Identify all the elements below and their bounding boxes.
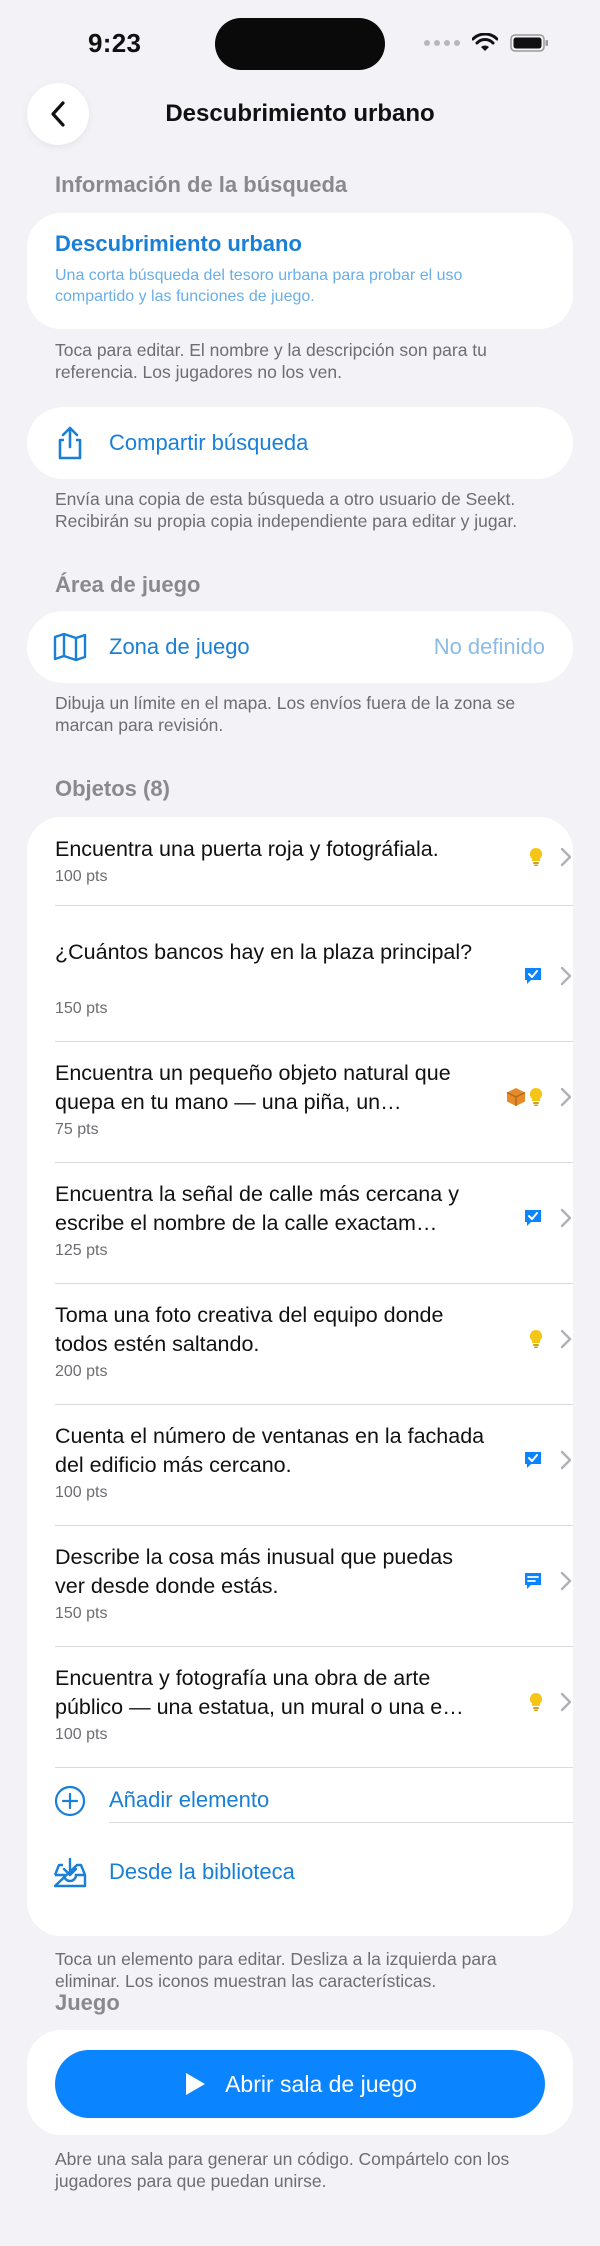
item-text: Toma una foto creativa del equipo donde … (55, 1303, 444, 1356)
nav-title: Descubrimiento urbano (165, 100, 435, 127)
checkbox-chat-icon (523, 966, 543, 991)
item-points: 100 pts (55, 1726, 108, 1743)
map-icon (53, 630, 87, 664)
lightbulb-icon (529, 1692, 543, 1717)
chevron-right-icon (559, 1692, 573, 1712)
play-zone-value: No definido (433, 634, 545, 659)
item-points: 100 pts (55, 1484, 108, 1501)
items-footnote: Toca un elemento para editar. Desliza a … (55, 1949, 497, 1991)
divider (55, 1646, 573, 1647)
tray-download-icon (53, 1856, 87, 1890)
item-badges (529, 847, 543, 872)
share-footnote: Envía una copia de esta búsqueda a otro … (55, 489, 518, 531)
divider (55, 1041, 573, 1042)
open-game-room-label: Abrir sala de juego (225, 2070, 417, 2097)
checkbox-chat-icon (523, 1450, 543, 1475)
chevron-right-icon (559, 1329, 573, 1349)
checkbox-chat-icon (523, 1208, 543, 1233)
item-badges (529, 1692, 543, 1717)
item-badges (529, 1329, 543, 1354)
item-text: Encuentra un pequeño objeto natural que … (55, 1061, 451, 1114)
divider (109, 1822, 573, 1823)
play-zone-row[interactable]: Zona de juego No definido (27, 611, 573, 683)
section-header-game: Juego (55, 1990, 120, 2015)
chevron-right-icon (559, 1571, 573, 1591)
item-row[interactable]: ¿Cuántos bancos hay en la plaza principa… (55, 938, 573, 1041)
item-points: 100 pts (55, 868, 108, 885)
signal-dots-icon (424, 40, 460, 46)
section-header-items: Objetos (8) (55, 776, 170, 801)
battery-icon (510, 34, 548, 52)
item-text: Describe la cosa más inusual que puedas … (55, 1545, 453, 1598)
item-badges (523, 1571, 543, 1596)
hunt-description: Una corta búsqueda del tesoro urbana par… (55, 267, 463, 305)
item-row[interactable]: Encuentra la señal de calle más cercana … (55, 1180, 573, 1283)
from-library-label: Desde la biblioteca (109, 1859, 295, 1884)
item-row[interactable]: Describe la cosa más inusual que puedas … (55, 1543, 573, 1646)
box-icon (506, 1087, 526, 1112)
item-row[interactable]: Encuentra una puerta roja y fotográfiala… (55, 835, 573, 905)
lightbulb-icon (529, 1087, 543, 1112)
items-card: Encuentra una puerta roja y fotográfiala… (27, 817, 573, 1936)
item-points: 200 pts (55, 1363, 108, 1380)
play-zone-label: Zona de juego (109, 634, 250, 659)
item-text: ¿Cuántos bancos hay en la plaza principa… (55, 940, 473, 964)
wifi-icon (472, 33, 498, 51)
divider (55, 905, 573, 906)
info-card[interactable]: Descubrimiento urbano Una corta búsqueda… (27, 213, 573, 329)
status-icons (424, 32, 550, 54)
share-label: Compartir búsqueda (109, 430, 309, 455)
dynamic-island (215, 18, 385, 70)
area-footnote: Dibuja un límite en el mapa. Los envíos … (55, 693, 516, 735)
item-row[interactable]: Toma una foto creativa del equipo donde … (55, 1301, 573, 1404)
chevron-right-icon (559, 966, 573, 986)
plus-circle-icon (53, 1784, 87, 1818)
item-text: Cuenta el número de ventanas en la facha… (55, 1424, 485, 1477)
item-badges (506, 1087, 543, 1112)
item-points: 150 pts (55, 1000, 108, 1017)
game-footnote: Abre una sala para generar un código. Co… (55, 2149, 510, 2191)
lightbulb-icon (529, 847, 543, 872)
item-points: 150 pts (55, 1605, 108, 1622)
info-footnote: Toca para editar. El nombre y la descrip… (55, 340, 487, 382)
item-text: Encuentra una puerta roja y fotográfiala… (55, 837, 439, 861)
lightbulb-icon (529, 1329, 543, 1354)
item-row[interactable]: Encuentra y fotografía una obra de arte … (55, 1664, 573, 1767)
divider (55, 1162, 573, 1163)
play-icon (186, 2073, 206, 2095)
open-game-room-button[interactable]: Abrir sala de juego (55, 2050, 545, 2118)
game-card: Abrir sala de juego (27, 2030, 573, 2135)
item-badges (523, 966, 543, 991)
divider (55, 1283, 573, 1284)
chevron-right-icon (559, 1450, 573, 1470)
share-icon (53, 426, 87, 460)
divider (55, 1404, 573, 1405)
item-badges (523, 1208, 543, 1233)
chevron-right-icon (559, 847, 573, 867)
item-text: Encuentra la señal de calle más cercana … (55, 1182, 459, 1235)
item-text: Encuentra y fotografía una obra de arte … (55, 1666, 464, 1719)
text-chat-icon (523, 1571, 543, 1596)
section-header-info: Información de la búsqueda (55, 172, 348, 197)
item-points: 125 pts (55, 1242, 108, 1259)
share-hunt-button[interactable]: Compartir búsqueda (27, 407, 573, 479)
item-badges (523, 1450, 543, 1475)
status-time: 9:23 (88, 28, 142, 58)
item-points: 75 pts (55, 1121, 99, 1138)
item-row[interactable]: Cuenta el número de ventanas en la facha… (55, 1422, 573, 1525)
hunt-title: Descubrimiento urbano (55, 231, 302, 256)
item-row[interactable]: Encuentra un pequeño objeto natural que … (55, 1059, 573, 1162)
from-library-button[interactable]: Desde la biblioteca (27, 1837, 573, 1909)
chevron-right-icon (559, 1087, 573, 1107)
add-item-button[interactable]: Añadir elemento (27, 1765, 573, 1837)
divider (55, 1525, 573, 1526)
section-header-area: Área de juego (55, 572, 201, 597)
add-item-label: Añadir elemento (109, 1787, 270, 1812)
chevron-right-icon (559, 1208, 573, 1228)
